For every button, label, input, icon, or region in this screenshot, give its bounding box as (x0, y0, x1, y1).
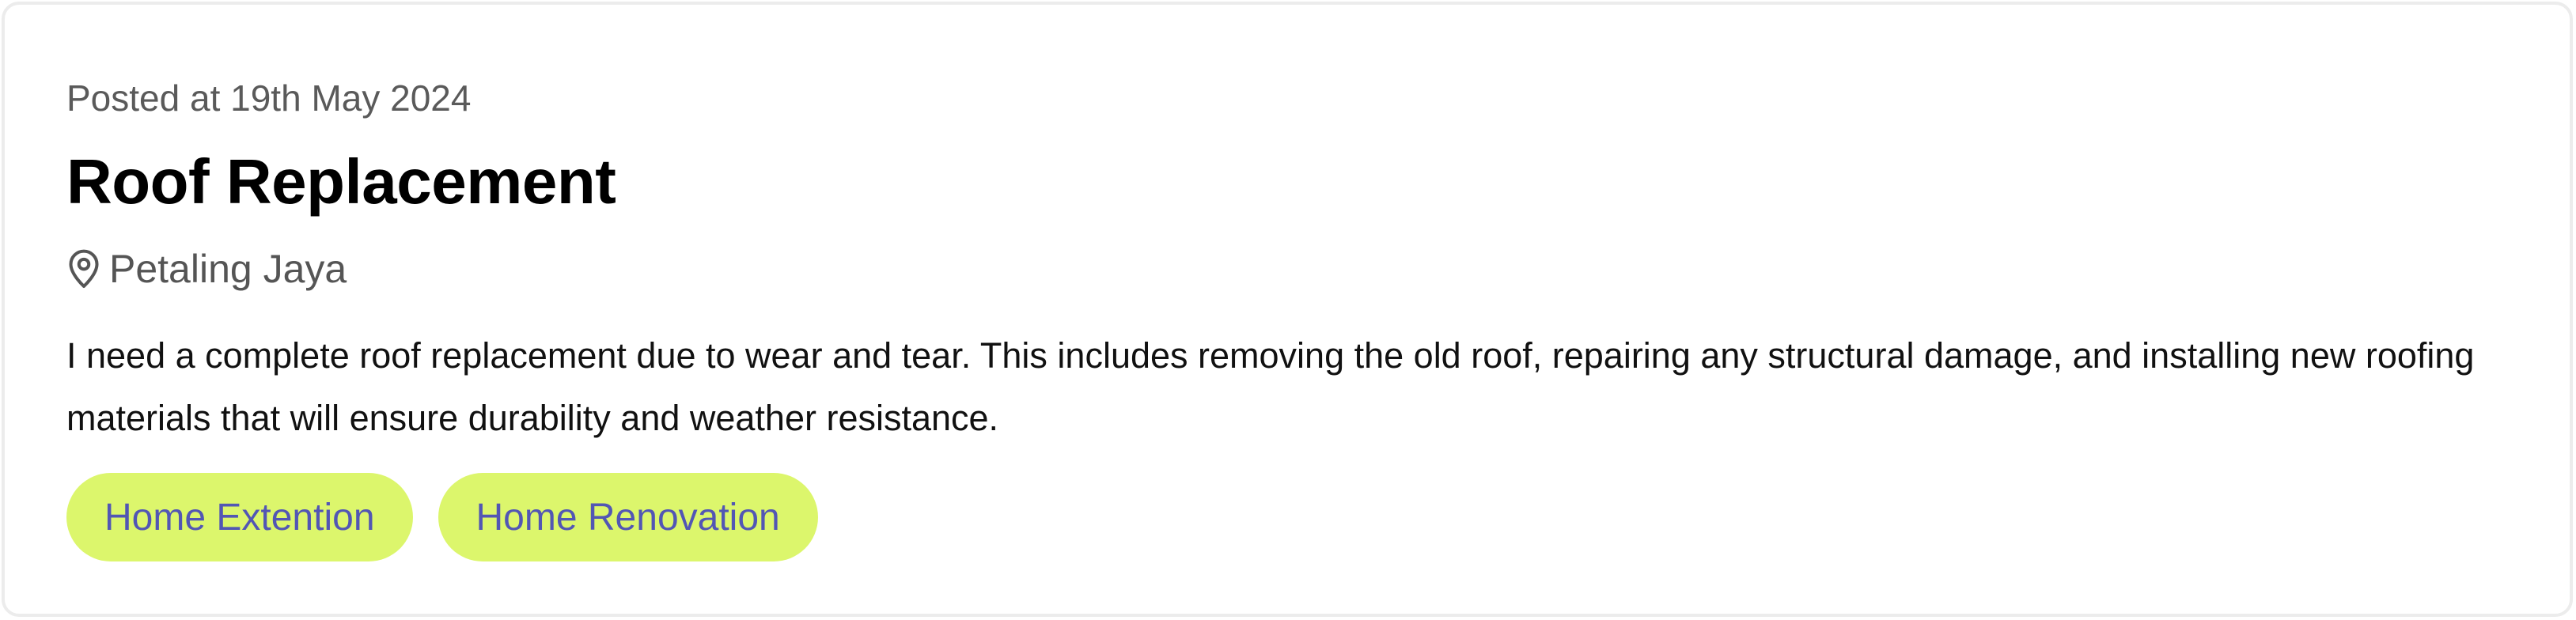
posted-date: Posted at 19th May 2024 (66, 78, 472, 119)
tag-home-extention[interactable]: Home Extention (66, 473, 413, 561)
job-description: I need a complete roof replacement due t… (66, 335, 2475, 438)
tag-list: Home Extention Home Renovation (66, 473, 818, 561)
map-pin-icon (66, 248, 101, 289)
location-text: Petaling Jaya (109, 247, 347, 291)
tag-home-renovation[interactable]: Home Renovation (438, 473, 818, 561)
job-card[interactable]: Posted at 19th May 2024 Roof Replacement… (2, 2, 2573, 617)
job-title: Roof Replacement (66, 146, 616, 217)
job-location: Petaling Jaya (66, 244, 347, 294)
